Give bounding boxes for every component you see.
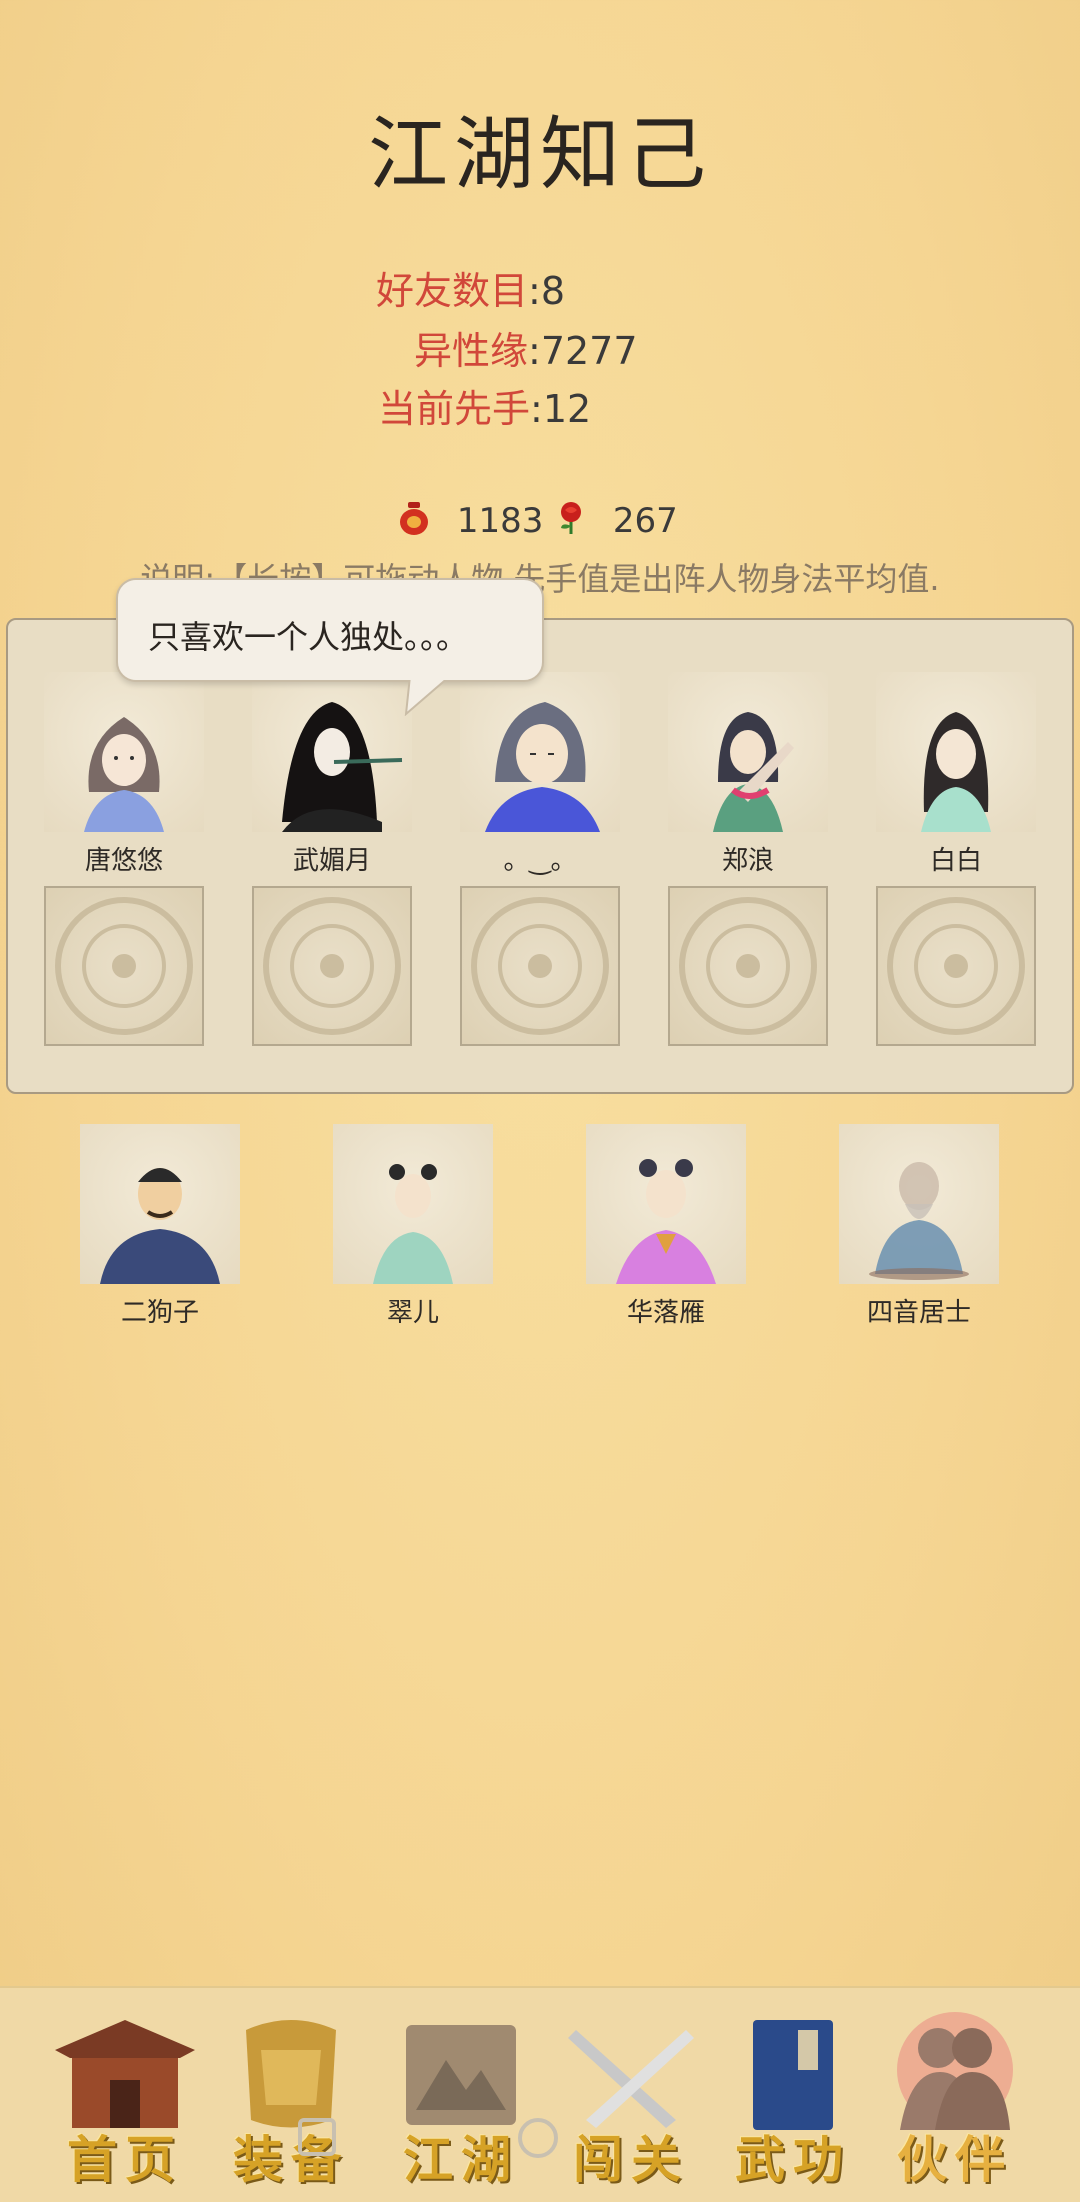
tab-challenge[interactable]: 闯关	[556, 2010, 706, 2189]
party-slot[interactable]: 武媚月	[252, 672, 412, 876]
character-name: 二狗子	[120, 1298, 199, 1328]
currency-jar: 1183	[398, 500, 543, 545]
stat-value: 12	[542, 387, 592, 431]
character-name: 翠儿	[386, 1298, 439, 1328]
character-name: 白白	[929, 846, 982, 876]
stat-label: 当前先手	[378, 387, 531, 431]
character-name: 华落雁	[626, 1298, 705, 1328]
stat-initiative: 当前先手:12	[378, 387, 592, 431]
tab-jianghu[interactable]: 江湖	[386, 2010, 536, 2189]
character-name: 唐悠悠	[84, 846, 163, 876]
party-slot[interactable]: 唐悠悠	[44, 672, 204, 876]
party-panel: 唐悠悠 武媚月 。‿。 郑浪 白白	[6, 618, 1074, 1094]
empty-slot[interactable]	[44, 886, 204, 1046]
character-portrait[interactable]	[839, 1124, 999, 1284]
party-slot[interactable]: 。‿。	[460, 672, 620, 876]
empty-slot[interactable]	[252, 886, 412, 1046]
character-portrait[interactable]	[586, 1124, 746, 1284]
stat-label: 异性缘	[414, 329, 529, 373]
rose-icon	[556, 500, 586, 545]
character-name: 郑浪	[721, 846, 774, 876]
wine-jar-icon	[398, 500, 430, 545]
speech-bubble-text: 只喜欢一个人独处。。。	[148, 618, 469, 656]
speech-bubble-tail	[404, 676, 452, 716]
party-slot[interactable]: 郑浪	[668, 672, 828, 876]
character-portrait[interactable]	[668, 672, 828, 832]
tab-label: 闯关	[573, 2130, 689, 2189]
speech-bubble: 只喜欢一个人独处。。。	[116, 578, 544, 682]
character-name: 。‿。	[503, 846, 577, 876]
tab-label: 江湖	[403, 2130, 519, 2189]
currency-jar-value: 1183	[456, 501, 544, 541]
tab-companions[interactable]: 伙伴	[880, 2010, 1030, 2189]
empty-slot-emblem-icon	[679, 897, 817, 1035]
reserve-character[interactable]: 翠儿	[333, 1124, 493, 1328]
empty-slot-emblem-icon	[55, 897, 193, 1035]
stat-value: 8	[540, 269, 566, 313]
tab-label: 武功	[735, 2130, 851, 2189]
empty-slot[interactable]	[668, 886, 828, 1046]
character-name: 武媚月	[292, 846, 371, 876]
tab-label: 装备	[233, 2130, 349, 2189]
tab-home[interactable]: 首页	[50, 2010, 200, 2189]
character-portrait[interactable]	[80, 1124, 240, 1284]
character-portrait[interactable]	[44, 672, 204, 832]
empty-slot-emblem-icon	[887, 897, 1025, 1035]
reserve-character[interactable]: 二狗子	[80, 1124, 240, 1328]
stat-value: 7277	[540, 329, 638, 373]
stat-label: 好友数目	[376, 269, 529, 313]
empty-slot-emblem-icon	[471, 897, 609, 1035]
bottom-tab-bar: 首页 装备 江湖 闯关 武功 伙伴	[0, 1986, 1080, 2202]
stat-friend-count: 好友数目:8	[376, 269, 566, 313]
tab-martial-arts[interactable]: 武功	[718, 2010, 868, 2189]
tab-label: 伙伴	[897, 2130, 1013, 2189]
tab-label: 首页	[67, 2130, 183, 2189]
empty-slot-emblem-icon	[263, 897, 401, 1035]
tab-equipment[interactable]: 装备	[216, 2010, 366, 2189]
character-portrait[interactable]	[252, 672, 412, 832]
character-portrait[interactable]	[460, 672, 620, 832]
home-nav-icon[interactable]	[518, 2118, 558, 2158]
currency-rose: 267	[556, 500, 678, 545]
overview-nav-icon[interactable]	[298, 2118, 336, 2156]
reserve-character[interactable]: 华落雁	[586, 1124, 746, 1328]
character-portrait[interactable]	[333, 1124, 493, 1284]
character-portrait[interactable]	[876, 672, 1036, 832]
empty-slot[interactable]	[460, 886, 620, 1046]
reserve-character[interactable]: 四音居士	[839, 1124, 999, 1328]
empty-slot[interactable]	[876, 886, 1036, 1046]
party-slot[interactable]: 白白	[876, 672, 1036, 876]
stat-charm: 异性缘:7277	[414, 329, 638, 373]
character-name: 四音居士	[866, 1298, 971, 1328]
currency-rose-value: 267	[612, 501, 678, 541]
page-title: 江湖知己	[368, 108, 712, 201]
